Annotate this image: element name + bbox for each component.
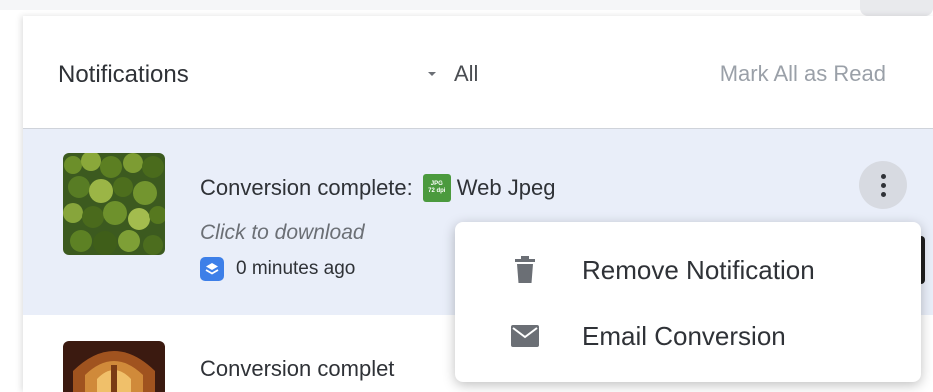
app-background-strip xyxy=(0,0,933,10)
jpg-format-icon: JPG 72 dpi xyxy=(422,174,451,202)
mark-all-read-button[interactable]: Mark All as Read xyxy=(720,61,886,87)
mail-icon xyxy=(510,321,540,351)
caret-down-icon xyxy=(428,72,436,76)
remove-notification-menu-item[interactable]: Remove Notification xyxy=(455,240,921,300)
panel-header: Notifications All Mark All as Read xyxy=(23,16,933,129)
notification-title: Conversion complet xyxy=(200,356,395,381)
cathedral-thumbnail xyxy=(63,341,165,392)
panel-title: Notifications xyxy=(58,61,189,88)
badge-line-2: 72 dpi xyxy=(428,188,446,194)
trash-icon xyxy=(510,255,540,285)
notification-time: 0 minutes ago xyxy=(200,257,355,281)
filter-value: All xyxy=(454,61,479,86)
notification-title: Conversion complete: JPG 72 dpi Web Jpeg xyxy=(200,174,555,202)
forest-thumbnail xyxy=(63,153,165,255)
layers-icon xyxy=(200,257,224,281)
format-name: Web Jpeg xyxy=(456,175,556,200)
remove-notification-label: Remove Notification xyxy=(582,254,815,285)
email-conversion-label: Email Conversion xyxy=(582,320,786,351)
badge-line-1: JPG xyxy=(430,181,443,187)
time-text: 0 minutes ago xyxy=(236,258,356,279)
filter-dropdown[interactable]: All xyxy=(428,61,478,87)
download-link[interactable]: Click to download xyxy=(200,221,365,245)
scroll-handle[interactable] xyxy=(860,0,933,16)
more-options-icon[interactable] xyxy=(859,161,907,209)
notification-context-menu: Remove Notification Email Conversion xyxy=(455,222,921,382)
notification-title-prefix: Conversion complete: xyxy=(200,175,413,200)
email-conversion-menu-item[interactable]: Email Conversion xyxy=(455,306,921,366)
